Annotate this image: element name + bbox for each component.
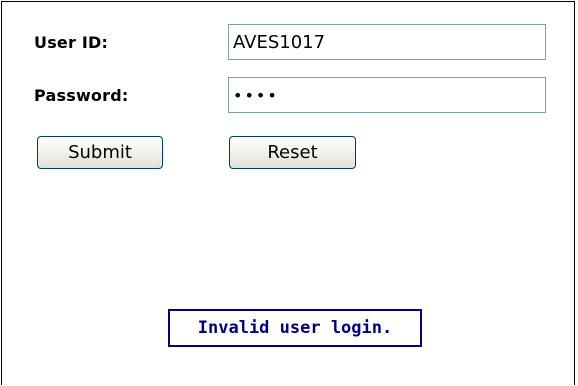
- password-label: Password:: [34, 86, 129, 105]
- login-panel: User ID: Password: Submit Reset Invalid …: [1, 1, 575, 385]
- password-input[interactable]: [228, 77, 546, 113]
- user-id-input[interactable]: [228, 24, 546, 60]
- reset-button[interactable]: Reset: [229, 136, 356, 169]
- submit-button[interactable]: Submit: [37, 136, 163, 169]
- user-id-label: User ID:: [34, 33, 109, 52]
- error-message: Invalid user login.: [168, 309, 422, 347]
